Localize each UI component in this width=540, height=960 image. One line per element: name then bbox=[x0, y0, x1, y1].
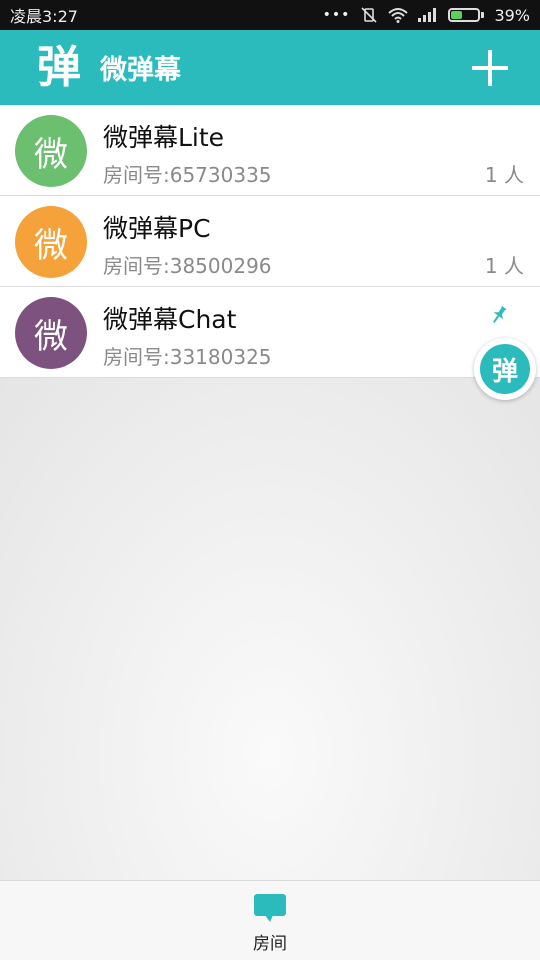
more-dots-icon: ••• bbox=[322, 7, 351, 23]
status-icons: ••• 39% bbox=[323, 6, 530, 25]
status-time: 凌晨3:27 bbox=[10, 7, 78, 26]
room-list-item[interactable]: 微 微弹幕Chat 房间号:33180325 bbox=[0, 287, 540, 378]
status-bar: 凌晨3:27 ••• 39% bbox=[0, 0, 540, 30]
bottom-nav: 房间 bbox=[0, 880, 540, 960]
room-avatar: 微 bbox=[15, 297, 87, 369]
room-list-item[interactable]: 微 微弹幕Lite 房间号:65730335 1 人 bbox=[0, 105, 540, 196]
signal-icon bbox=[418, 8, 437, 22]
pin-icon bbox=[493, 305, 507, 323]
battery-percent: 39% bbox=[494, 5, 530, 25]
battery-icon bbox=[448, 8, 485, 22]
room-member-count: 1 人 bbox=[484, 254, 524, 278]
vibrate-off-icon bbox=[361, 7, 378, 23]
add-room-button[interactable] bbox=[472, 50, 508, 86]
room-name: 微弹幕Lite bbox=[103, 123, 225, 152]
room-number: 房间号:65730335 bbox=[103, 163, 272, 187]
chat-bubble-icon bbox=[254, 894, 286, 922]
empty-content-area bbox=[0, 378, 540, 880]
floating-danmaku-button[interactable]: 弹 bbox=[474, 338, 536, 400]
floating-button-label: 弹 bbox=[480, 344, 530, 394]
app-logo: 弹 bbox=[37, 41, 81, 93]
room-list: 微 微弹幕Lite 房间号:65730335 1 人 微 微弹幕PC 房间号:3… bbox=[0, 105, 540, 378]
wifi-icon bbox=[388, 8, 409, 23]
room-number: 房间号:33180325 bbox=[103, 345, 272, 369]
room-name: 微弹幕Chat bbox=[103, 305, 237, 334]
room-member-count: 1 人 bbox=[484, 163, 524, 187]
tab-rooms-label: 房间 bbox=[253, 934, 287, 954]
room-avatar: 微 bbox=[15, 115, 87, 187]
tab-rooms[interactable]: 房间 bbox=[240, 893, 300, 955]
room-avatar: 微 bbox=[15, 206, 87, 278]
room-list-item[interactable]: 微 微弹幕PC 房间号:38500296 1 人 bbox=[0, 196, 540, 287]
room-number: 房间号:38500296 bbox=[103, 254, 272, 278]
room-name: 微弹幕PC bbox=[103, 214, 211, 243]
app-bar: 弹 微弹幕 bbox=[0, 30, 540, 105]
app-title: 微弹幕 bbox=[100, 55, 181, 86]
